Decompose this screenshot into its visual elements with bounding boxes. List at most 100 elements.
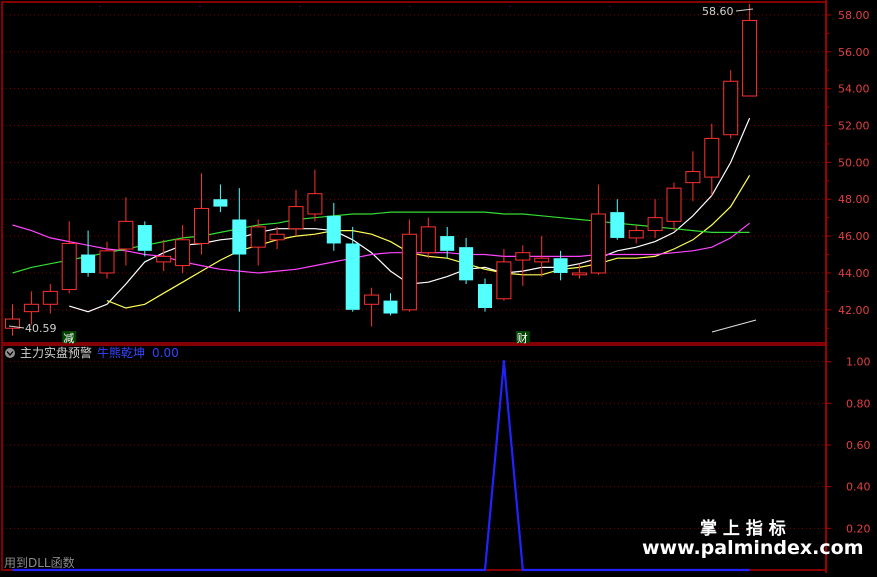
candle[interactable] <box>383 293 398 316</box>
candle[interactable] <box>42 284 58 314</box>
price-tick-label: 50.00 <box>838 156 870 169</box>
candle-body-up <box>250 226 266 248</box>
candle[interactable] <box>99 241 115 279</box>
candle-body-up <box>194 207 209 244</box>
candle-body-down <box>440 236 455 251</box>
low-price-label: 40.59 <box>25 322 57 335</box>
high-arrow <box>735 8 754 12</box>
candle[interactable] <box>401 219 417 312</box>
candle-body-down <box>553 258 568 273</box>
candle-body-up <box>572 272 587 276</box>
candle[interactable] <box>478 278 492 312</box>
candle[interactable] <box>250 219 266 266</box>
candle-body-up <box>401 233 417 311</box>
indicator-signal-peak <box>502 360 506 364</box>
candle[interactable] <box>81 230 96 277</box>
candle[interactable] <box>364 287 380 327</box>
chart-canvas[interactable]: 58.00 56.00 54.00 52.00 50.00 48.00 46.00 44.00… <box>0 0 877 573</box>
price-tick-label: 48.00 <box>838 193 870 206</box>
candle-body-up <box>685 171 701 184</box>
candle[interactable] <box>515 245 531 286</box>
candle-body-down <box>459 247 474 281</box>
indicator-signal-line <box>12 361 750 572</box>
indicator-tick-label: 1.00 <box>846 356 871 369</box>
candle[interactable] <box>723 70 739 139</box>
candle-body-up <box>42 290 58 305</box>
moving-average-lines <box>12 117 751 313</box>
candle-body-up <box>420 226 436 254</box>
candle[interactable] <box>553 250 568 281</box>
price-tick-label: 54.00 <box>838 83 870 96</box>
candle[interactable] <box>23 291 39 325</box>
candle[interactable] <box>194 173 209 255</box>
candle-body-up <box>118 220 134 250</box>
candle-body-up <box>704 137 720 178</box>
candle-body-up <box>496 261 512 300</box>
event-badge[interactable]: 减 <box>62 331 77 345</box>
candle-body-down <box>610 212 625 238</box>
candle[interactable] <box>288 190 304 237</box>
candle-body-down <box>326 215 341 244</box>
candle[interactable] <box>704 123 720 196</box>
candle-body-up <box>307 193 323 215</box>
candle-body-down <box>213 199 228 207</box>
candle[interactable] <box>61 221 77 294</box>
candlesticks[interactable] <box>5 3 758 336</box>
chart-stage: 58.00 56.00 54.00 52.00 50.00 48.00 46.00 44.00… <box>0 0 877 573</box>
candle[interactable] <box>628 225 644 244</box>
candle[interactable] <box>666 182 682 231</box>
candle-body-up <box>742 19 758 97</box>
candle[interactable] <box>175 225 191 273</box>
indicator-tick-label: 0.80 <box>846 397 871 410</box>
candle[interactable] <box>213 184 228 213</box>
indicator-tick-label: 0.20 <box>846 522 871 535</box>
candle-body-up <box>269 233 285 241</box>
candle[interactable] <box>590 184 606 275</box>
price-tick-label: 56.00 <box>838 46 870 59</box>
candle[interactable] <box>647 199 663 238</box>
indicator-panel-title: 主力实盘预警 <box>20 345 92 360</box>
candle[interactable] <box>307 169 323 222</box>
candle[interactable] <box>5 304 20 336</box>
indicator-tick-label: 0.40 <box>846 481 871 494</box>
candle-body-up <box>23 303 39 313</box>
candle[interactable] <box>345 226 360 312</box>
candle-body-down <box>345 243 360 310</box>
candle-body-up <box>647 217 663 232</box>
indicator-tick-label: 0.60 <box>846 439 871 452</box>
watermark: 掌 上 指 标 www.palmindex.com <box>642 518 864 559</box>
candle-body-down <box>137 225 152 251</box>
candle-body-up <box>515 252 531 261</box>
candle-body-up <box>175 239 191 267</box>
candle-body-up <box>590 213 606 274</box>
indicator-value: 0.00 <box>152 346 179 360</box>
candle-body-up <box>534 257 550 263</box>
candle-body-up <box>61 242 77 291</box>
candle[interactable] <box>118 197 134 266</box>
event-badge[interactable]: 财 <box>515 331 530 345</box>
candle-body-down <box>81 254 96 273</box>
candle-body-up <box>364 294 380 305</box>
price-tick-label: 42.00 <box>838 304 870 317</box>
candle[interactable] <box>610 199 625 240</box>
candle-body-up <box>156 255 172 263</box>
trend-segment <box>711 319 757 333</box>
candle[interactable] <box>685 151 701 202</box>
candle-body-down <box>478 284 492 308</box>
candle[interactable] <box>420 217 436 259</box>
price-tick-label: 52.00 <box>838 119 870 132</box>
high-annotation: 58.60 <box>702 5 754 18</box>
candle[interactable] <box>326 202 341 251</box>
price-tick-label: 46.00 <box>838 230 870 243</box>
candle-body-up <box>666 187 682 222</box>
candle-body-up <box>628 230 644 239</box>
candle-body-up <box>99 250 115 274</box>
candle[interactable] <box>232 188 247 312</box>
panel-header: 主力实盘预警 牛熊乾坤 0.00 <box>5 345 179 360</box>
candle[interactable] <box>742 3 758 97</box>
candle[interactable] <box>137 221 152 257</box>
candle[interactable] <box>459 237 474 285</box>
high-price-label: 58.60 <box>702 5 734 18</box>
collapse-icon[interactable] <box>5 348 15 358</box>
candle-body-up <box>288 206 304 230</box>
